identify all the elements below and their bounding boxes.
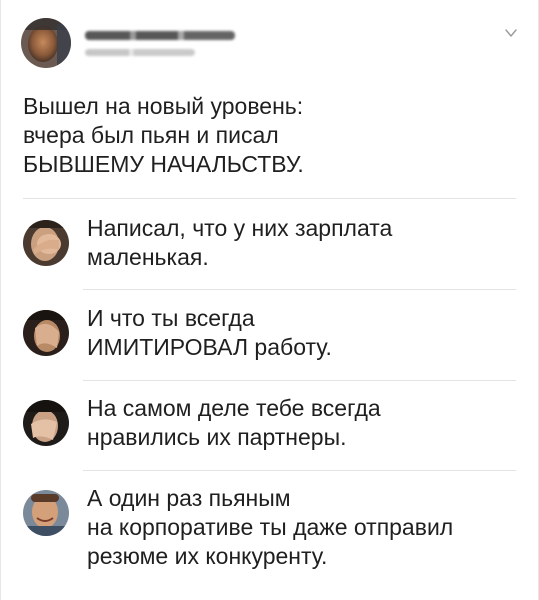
face-palm-avatar-icon [23, 400, 69, 446]
face-palm-avatar-icon [23, 220, 69, 266]
reply-line: резюме их конкуренту. [87, 543, 328, 569]
reply-line: А один раз пьяным [87, 485, 291, 511]
author-avatar-image [21, 18, 71, 68]
chevron-down-icon[interactable] [504, 26, 518, 40]
tweet-line: БЫВШЕМУ НАЧАЛЬСТВУ. [23, 151, 304, 177]
reply-line: ИМИТИРОВАЛ работу. [87, 334, 332, 360]
divider [83, 289, 516, 290]
reply-item: А один раз пьяным на корпоративе ты даже… [23, 484, 520, 571]
reply-line: на корпоративе ты даже отправил [87, 514, 454, 540]
reply-line: нравились их партнеры. [87, 424, 347, 450]
reply-item: Написал, что у них зарплата маленькая. [23, 214, 520, 272]
reply-avatar[interactable] [23, 400, 69, 446]
author-handle-blurred [85, 48, 195, 56]
reply-line: И что ты всегда [87, 305, 255, 331]
face-palm-avatar-icon [23, 310, 69, 356]
reply-line: Написал, что у них зарплата [87, 215, 393, 241]
reply-avatar[interactable] [23, 490, 69, 536]
divider [83, 380, 516, 381]
reply-text: На самом деле тебе всегда нравились их п… [87, 394, 381, 452]
divider [83, 470, 516, 471]
reply-item: На самом деле тебе всегда нравились их п… [23, 394, 520, 452]
post-header [21, 18, 235, 68]
divider [23, 198, 516, 199]
tweet-card: Вышел на новый уровень: вчера был пьян и… [0, 0, 539, 600]
reply-text: И что ты всегда ИМИТИРОВАЛ работу. [87, 304, 332, 362]
author-name-blurred[interactable] [85, 30, 235, 40]
smiling-man-avatar-icon [23, 490, 69, 536]
reply-avatar[interactable] [23, 220, 69, 266]
reply-line: маленькая. [87, 244, 209, 270]
reply-avatar[interactable] [23, 310, 69, 356]
tweet-line: вчера был пьян и писал [23, 122, 279, 148]
tweet-body: Вышел на новый уровень: вчера был пьян и… [23, 92, 513, 179]
author-avatar[interactable] [21, 18, 71, 68]
tweet-line: Вышел на новый уровень: [23, 93, 304, 119]
reply-text: А один раз пьяным на корпоративе ты даже… [87, 484, 453, 571]
reply-line: На самом деле тебе всегда [87, 395, 381, 421]
reply-text: Написал, что у них зарплата маленькая. [87, 214, 392, 272]
reply-item: И что ты всегда ИМИТИРОВАЛ работу. [23, 304, 520, 362]
